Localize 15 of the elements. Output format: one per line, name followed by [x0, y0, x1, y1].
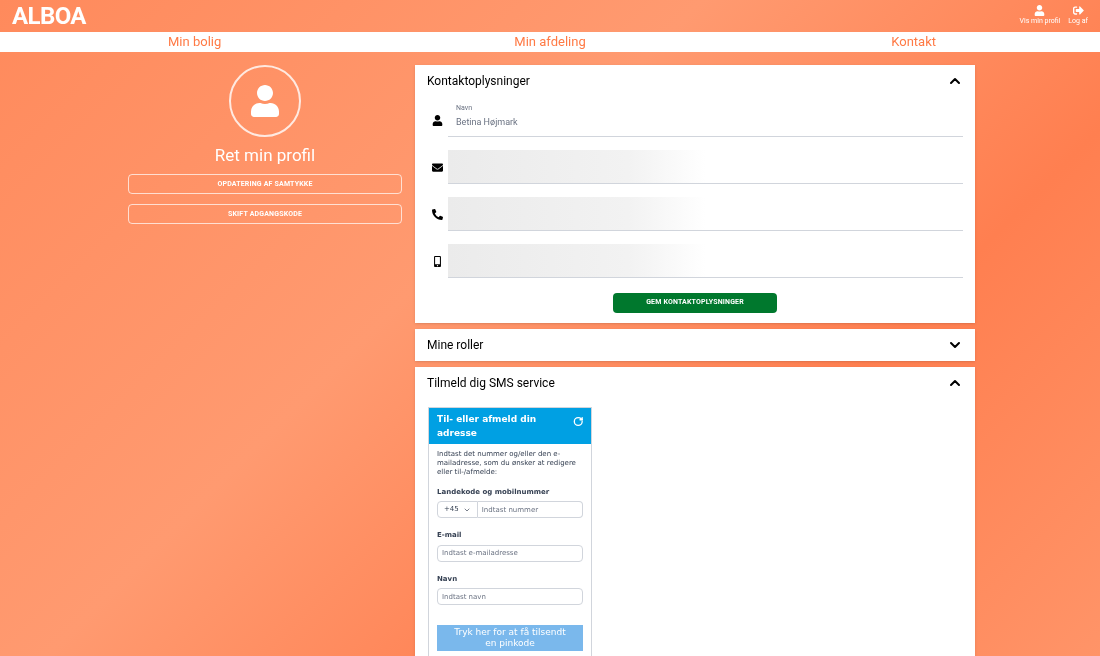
refresh-icon[interactable] — [572, 415, 583, 427]
nav-link[interactable]: Kontakt — [733, 32, 1100, 52]
card-title: Til- eller afmeld din adresse — [437, 412, 538, 440]
logout-icon — [1072, 5, 1084, 17]
user-icon — [1034, 5, 1046, 17]
nav-link[interactable]: Min afdeling — [366, 32, 734, 52]
panel-title: Mine roller — [427, 336, 484, 354]
profile-title: Ret min profil — [214, 143, 316, 167]
field-value: Betina Højmark — [456, 115, 519, 129]
submit-button[interactable]: Tryk her for at få tilsendt en pinkode — [437, 625, 583, 651]
user-icon — [249, 84, 281, 117]
panel-title: Tilmeld dig SMS service — [427, 374, 555, 392]
panel-title: Kontaktoplysninger — [427, 72, 530, 90]
logo[interactable]: ALBOA — [12, 0, 86, 32]
nav-link[interactable]: Min bolig — [0, 32, 367, 52]
